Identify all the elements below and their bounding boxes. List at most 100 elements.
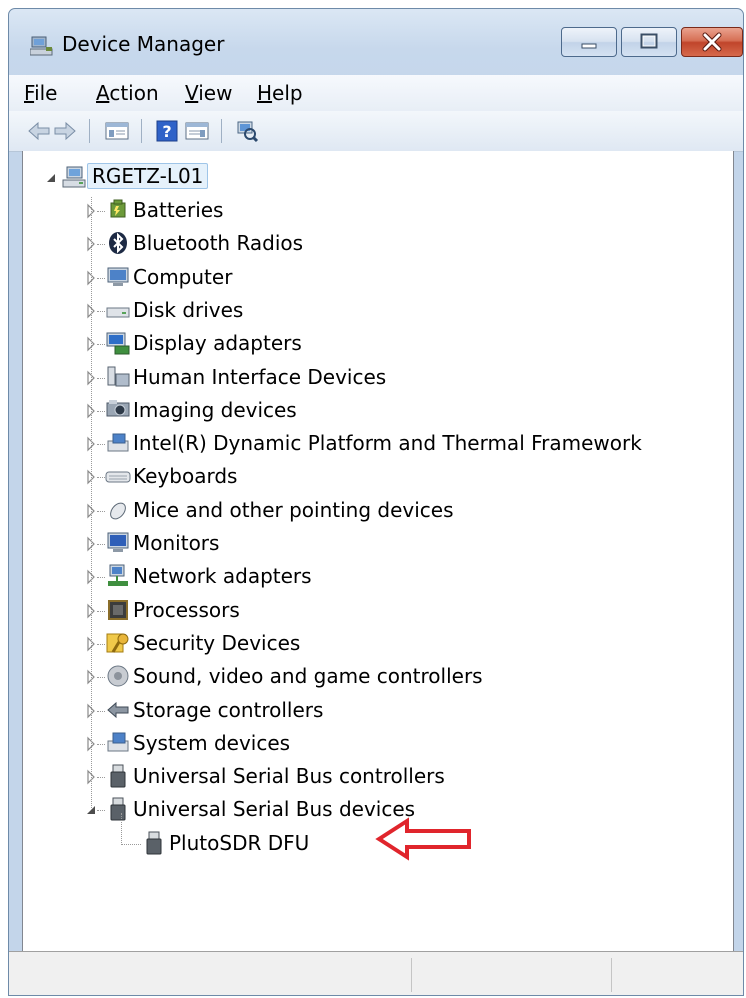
tree-category-label[interactable]: Intel(R) Dynamic Platform and Thermal Fr… — [133, 431, 642, 455]
help-icon[interactable]: ? — [155, 119, 179, 143]
usb-plug-icon — [146, 831, 162, 855]
device-manager-icon — [30, 36, 53, 56]
tree-category-item[interactable]: Disk drives — [23, 296, 723, 326]
back-arrow-icon[interactable] — [27, 119, 51, 143]
tree-category-label[interactable]: Monitors — [133, 531, 219, 555]
tree-category-item[interactable]: Storage controllers — [23, 696, 723, 726]
tree-connector — [97, 444, 105, 446]
tree-category-item[interactable]: Human Interface Devices — [23, 363, 723, 393]
tree-category-item[interactable]: Security Devices — [23, 629, 723, 659]
network-adapter-icon — [108, 564, 128, 587]
tree-category-label[interactable]: Storage controllers — [133, 698, 323, 722]
tree-device-label[interactable]: PlutoSDR DFU — [169, 831, 309, 855]
tree-category-label[interactable]: Imaging devices — [133, 398, 297, 422]
camera-icon — [106, 399, 130, 417]
keyboard-icon — [105, 471, 131, 483]
forward-arrow-icon[interactable] — [53, 119, 77, 143]
tree-connector — [97, 810, 105, 812]
tree-category-label[interactable]: Network adapters — [133, 564, 312, 588]
menu-bar: File Action View Help — [9, 75, 743, 111]
menu-view[interactable]: View — [185, 81, 232, 105]
tree-category-item[interactable]: Bluetooth Radios — [23, 229, 723, 259]
toolbar: ? — [9, 111, 743, 152]
tree-category-item[interactable]: System devices — [23, 729, 723, 759]
tree-category-label[interactable]: Disk drives — [133, 298, 243, 322]
tree-category-item[interactable]: Universal Serial Bus controllers — [23, 762, 723, 792]
tree-category-label[interactable]: Human Interface Devices — [133, 365, 386, 389]
tree-root-node[interactable]: RGETZ-L01 — [23, 163, 703, 193]
device-icon — [107, 433, 129, 452]
minimize-button[interactable] — [561, 27, 617, 57]
tree-connector — [97, 211, 105, 212]
tree-category-label[interactable]: System devices — [133, 731, 290, 755]
window-title: Device Manager — [62, 32, 225, 56]
tree-category-label[interactable]: Batteries — [133, 198, 223, 222]
tree-category-item[interactable]: Keyboards — [23, 462, 723, 492]
tree-category-label[interactable]: Security Devices — [133, 631, 300, 655]
tree-category-label[interactable]: Processors — [133, 598, 240, 622]
tree-connector — [97, 643, 105, 645]
tree-category-label[interactable]: Universal Serial Bus devices — [133, 797, 415, 821]
tree-connector — [97, 777, 105, 779]
computer-icon — [62, 166, 86, 188]
system-device-icon — [107, 732, 129, 752]
tree-connector — [97, 310, 105, 312]
scan-hardware-changes-icon[interactable] — [235, 119, 259, 143]
usb-plug-icon — [110, 797, 126, 821]
close-icon — [702, 32, 722, 52]
tree-connector — [97, 544, 105, 545]
tree-category-item[interactable]: Universal Serial Bus devices — [23, 795, 723, 825]
tree-category-item[interactable]: Network adapters — [23, 562, 723, 592]
tree-connector — [121, 843, 141, 845]
tree-category-item[interactable]: Monitors — [23, 529, 723, 559]
close-button[interactable] — [681, 27, 743, 57]
display-adapter-icon — [106, 332, 130, 355]
show-hide-console-tree-icon[interactable] — [105, 119, 129, 143]
tree-category-item[interactable]: Imaging devices — [23, 396, 723, 426]
tree-category-label[interactable]: Computer — [133, 265, 232, 289]
tree-device-item[interactable]: PlutoSDR DFU — [23, 829, 723, 859]
tree-connector — [97, 510, 105, 512]
tree-category-label[interactable]: Keyboards — [133, 464, 237, 488]
tree-category-item[interactable]: Processors — [23, 596, 723, 626]
menu-help[interactable]: Help — [257, 81, 303, 105]
tree-category-label[interactable]: Sound, video and game controllers — [133, 664, 483, 688]
menu-file[interactable]: File — [24, 81, 57, 105]
tree-connector — [97, 377, 105, 379]
tree-root-label[interactable]: RGETZ-L01 — [87, 163, 209, 189]
minimize-icon — [581, 43, 597, 49]
status-bar-divider — [411, 958, 412, 992]
svg-text:?: ? — [162, 122, 171, 141]
storage-controller-icon — [107, 701, 129, 718]
tree-connector — [97, 710, 105, 712]
annotation-arrow-icon — [375, 817, 471, 861]
bluetooth-icon — [109, 232, 127, 255]
menu-action[interactable]: Action — [96, 81, 159, 105]
processor-icon — [108, 599, 128, 620]
tree-category-item[interactable]: Sound, video and game controllers — [23, 662, 723, 692]
toolbar-separator — [89, 119, 90, 143]
properties-icon[interactable] — [185, 119, 209, 143]
tree-category-item[interactable]: Intel(R) Dynamic Platform and Thermal Fr… — [23, 429, 723, 459]
tree-connector — [97, 743, 105, 745]
title-bar[interactable]: Device Manager — [9, 9, 743, 75]
tree-category-label[interactable]: Universal Serial Bus controllers — [133, 764, 445, 788]
collapse-triangle-icon[interactable] — [44, 163, 58, 193]
mouse-icon — [110, 502, 126, 520]
disk-drive-icon — [106, 307, 130, 318]
monitor-icon — [107, 532, 129, 552]
tree-connector — [97, 577, 105, 579]
key-icon — [106, 633, 129, 653]
tree-category-item[interactable]: Mice and other pointing devices — [23, 496, 723, 526]
tree-connector — [97, 477, 105, 479]
speaker-icon — [107, 665, 129, 687]
tree-category-label[interactable]: Display adapters — [133, 331, 302, 355]
tree-category-label[interactable]: Mice and other pointing devices — [133, 498, 454, 522]
tree-category-item[interactable]: Batteries — [23, 196, 723, 226]
toolbar-separator — [141, 119, 142, 143]
tree-category-label[interactable]: Bluetooth Radios — [133, 231, 303, 255]
tree-category-item[interactable]: Computer — [23, 263, 723, 293]
tree-category-item[interactable]: Display adapters — [23, 329, 723, 359]
maximize-icon — [640, 33, 658, 49]
maximize-button[interactable] — [621, 27, 677, 57]
